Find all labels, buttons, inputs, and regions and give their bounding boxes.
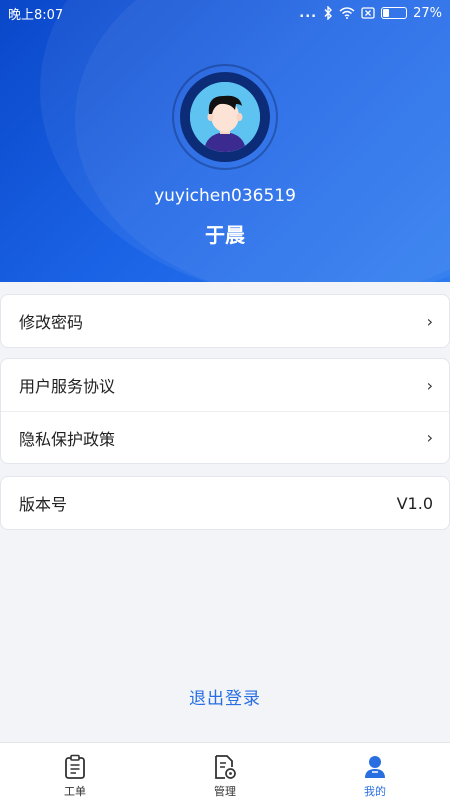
tab-management[interactable]: 管理 bbox=[150, 743, 300, 800]
avatar-ring bbox=[180, 72, 270, 162]
battery-icon bbox=[381, 7, 408, 19]
status-bar: 晚上8:07 ... 27% bbox=[0, 0, 450, 26]
menu-item-label: 用户服务协议 bbox=[19, 377, 116, 396]
battery-percent: 27% bbox=[413, 5, 442, 21]
user-icon bbox=[365, 756, 385, 778]
version-row: 版本号 V1.0 bbox=[1, 477, 449, 529]
tab-mine[interactable]: 我的 bbox=[300, 743, 450, 800]
menu-card-policies: 用户服务协议 › 隐私保护政策 › bbox=[0, 358, 450, 464]
menu-card-version: 版本号 V1.0 bbox=[0, 476, 450, 530]
status-time: 晚上8:07 bbox=[8, 7, 64, 23]
clipboard-icon bbox=[65, 754, 85, 779]
tab-label: 工单 bbox=[64, 785, 86, 798]
battery-fill bbox=[383, 9, 390, 17]
real-name: 于晨 bbox=[205, 223, 245, 247]
username: yuyichen036519 bbox=[154, 186, 296, 206]
user-avatar-icon bbox=[190, 82, 260, 152]
menu-item-change-password[interactable]: 修改密码 › bbox=[1, 295, 449, 347]
tab-work-order[interactable]: 工单 bbox=[0, 743, 150, 800]
menu-item-label: 修改密码 bbox=[19, 313, 84, 332]
wifi-icon bbox=[339, 7, 355, 19]
bluetooth-icon bbox=[323, 6, 333, 20]
menu-item-label: 隐私保护政策 bbox=[19, 429, 116, 449]
no-sim-icon bbox=[361, 7, 375, 19]
logout-button[interactable]: 退出登录 bbox=[0, 684, 450, 709]
status-icons: ... 27% bbox=[299, 6, 442, 21]
tab-label: 管理 bbox=[214, 785, 236, 798]
bottom-tab-bar: 工单 管理 我的 bbox=[0, 742, 450, 800]
chevron-right-icon: › bbox=[426, 375, 433, 395]
version-label: 版本号 bbox=[19, 495, 68, 514]
chevron-right-icon: › bbox=[426, 311, 433, 331]
status-dots: ... bbox=[299, 5, 318, 21]
avatar-image bbox=[190, 82, 260, 152]
tab-label: 我的 bbox=[364, 785, 386, 798]
avatar[interactable] bbox=[172, 64, 278, 170]
version-value: V1.0 bbox=[396, 493, 433, 513]
menu-item-user-agreement[interactable]: 用户服务协议 › bbox=[1, 359, 449, 411]
menu-item-privacy-policy[interactable]: 隐私保护政策 › bbox=[1, 411, 449, 463]
menu-card-password: 修改密码 › bbox=[0, 294, 450, 348]
document-settings-icon bbox=[215, 755, 236, 779]
chevron-right-icon: › bbox=[426, 428, 433, 447]
